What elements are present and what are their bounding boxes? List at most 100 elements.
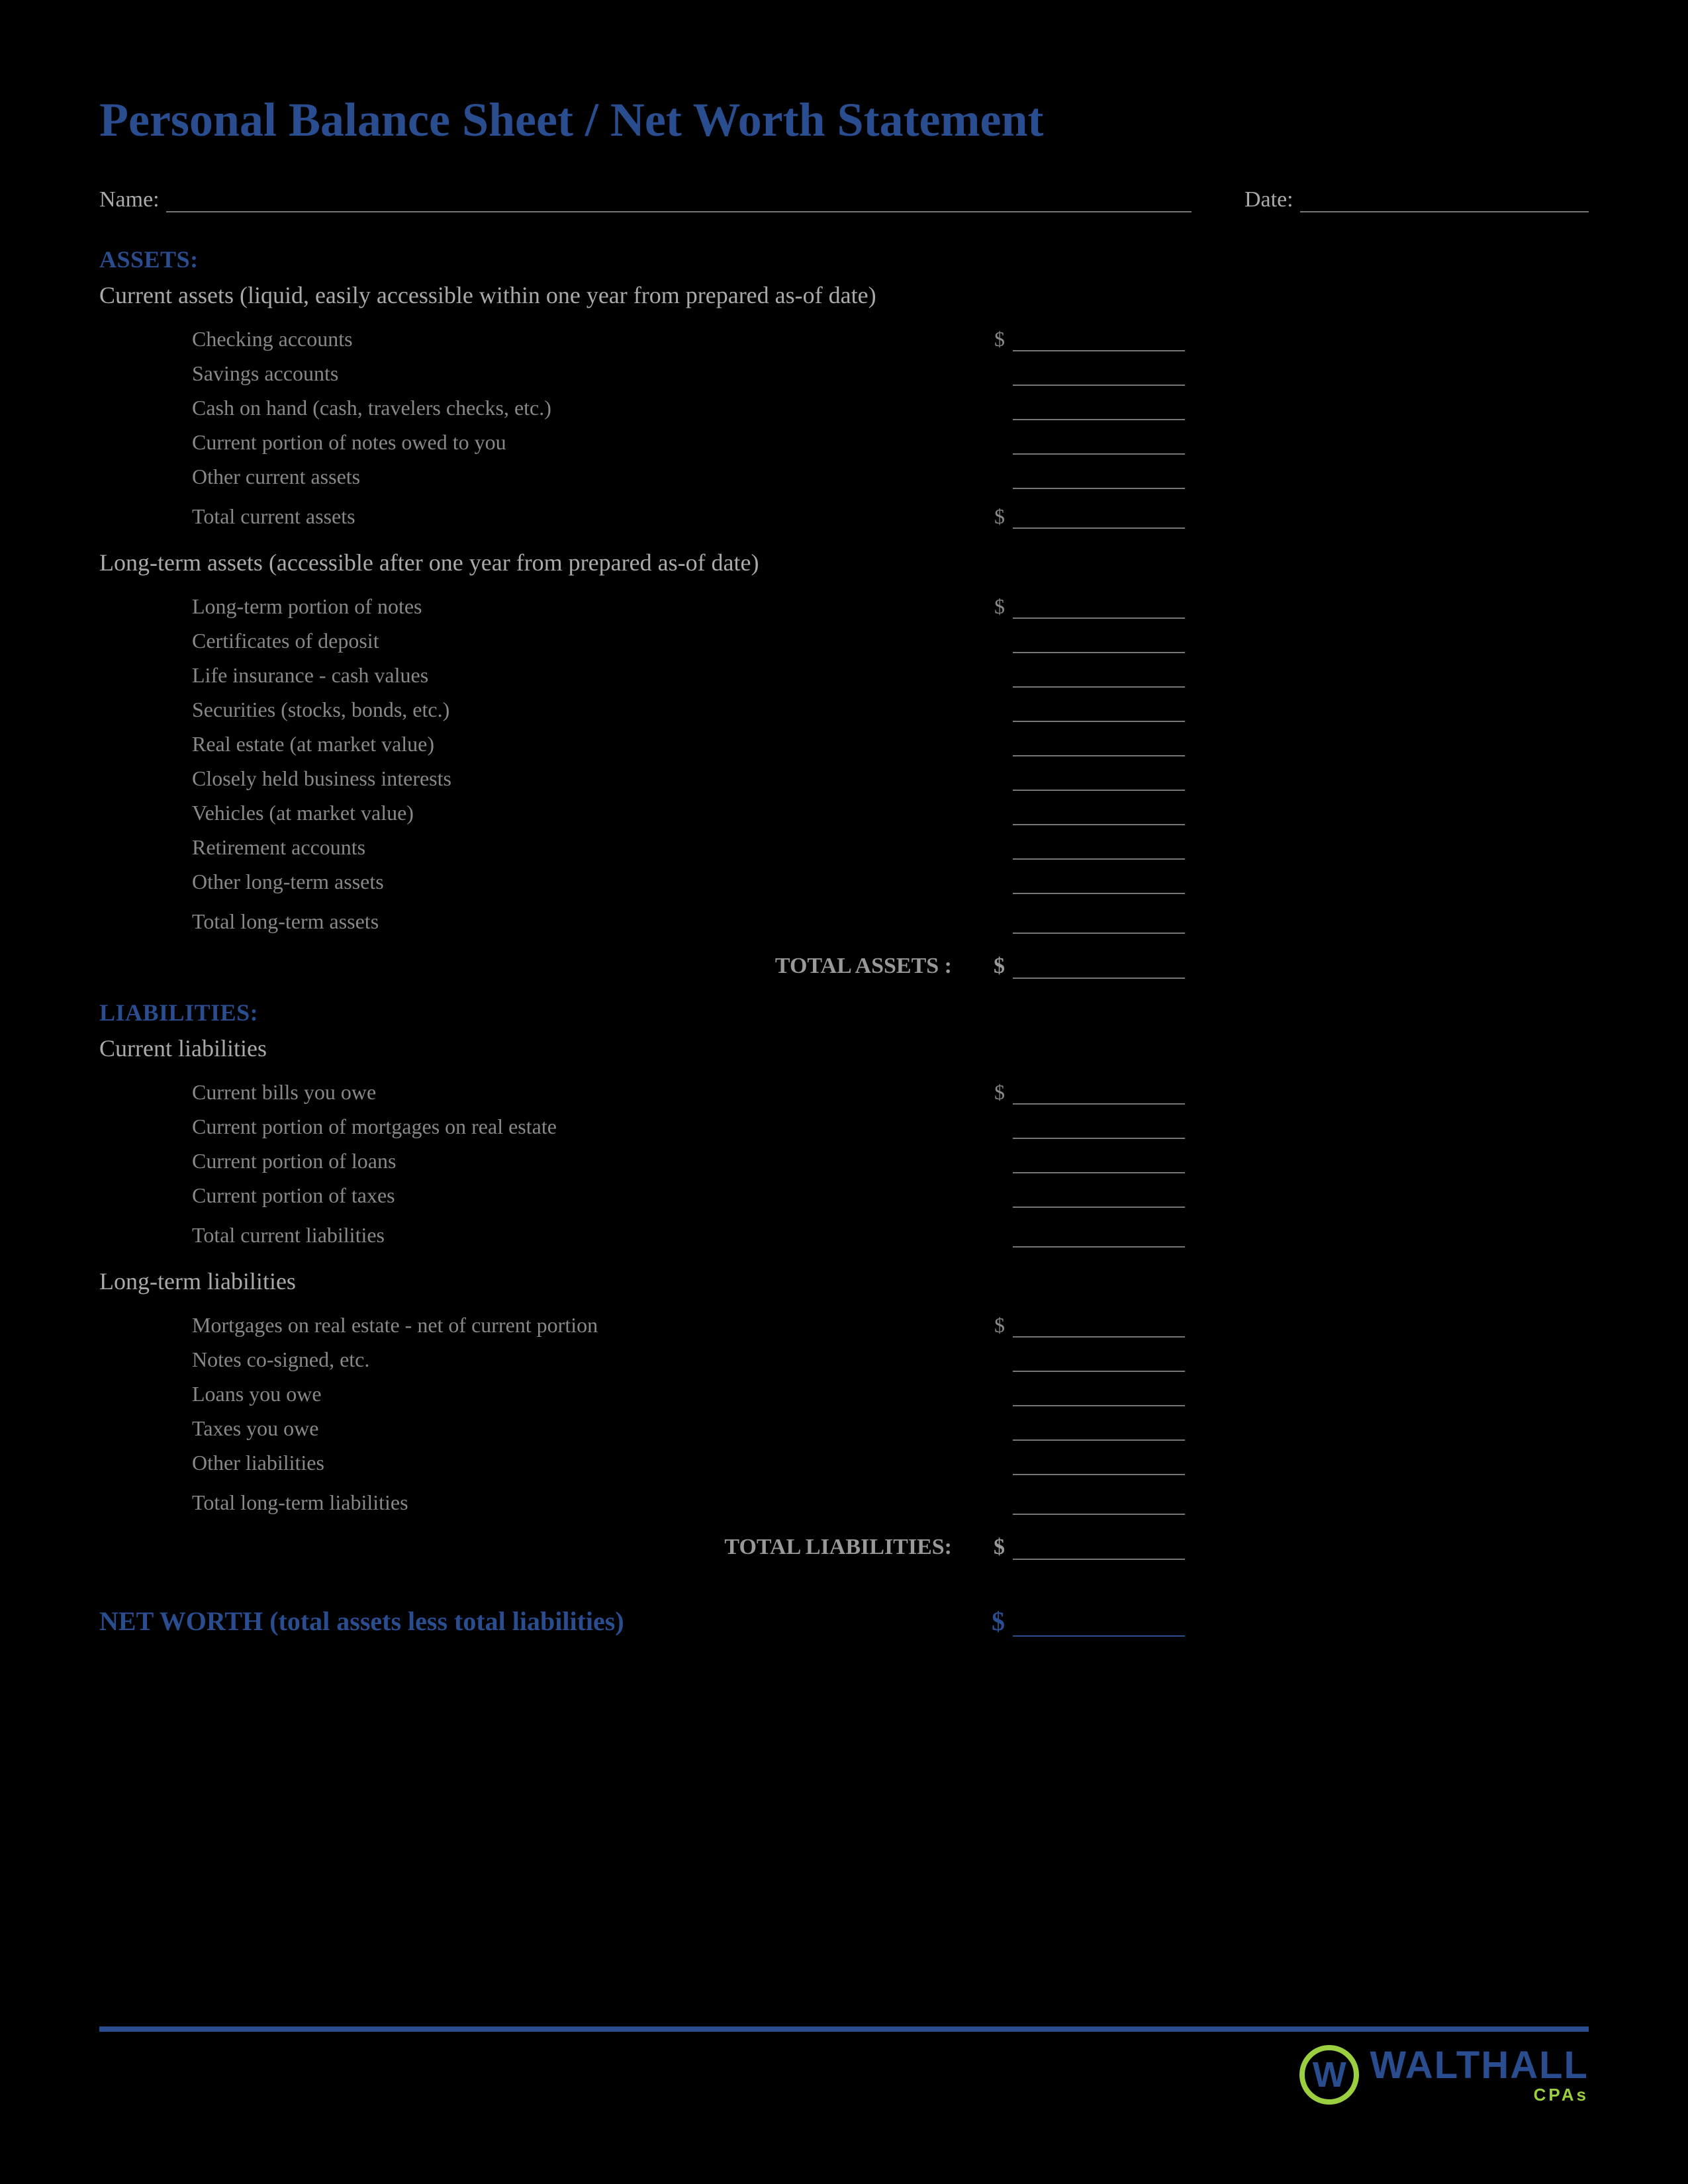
amount-input[interactable] (1013, 1351, 1185, 1372)
current-assets-rows: Checking accounts $ Savings accounts Cas… (192, 321, 1185, 529)
logo-main-text: WALTHALL (1370, 2046, 1589, 2085)
longterm-liabilities-subtitle: Long-term liabilities (99, 1267, 1589, 1295)
item-label: Other liabilities (192, 1451, 978, 1475)
longterm-liabilities-rows: Mortgages on real estate - net of curren… (192, 1307, 1185, 1515)
item-label: Long-term portion of notes (192, 594, 978, 619)
total-assets-label: TOTAL ASSETS : (99, 954, 978, 979)
current-liabilities-subtitle: Current liabilities (99, 1034, 1589, 1062)
net-worth-row: NET WORTH (total assets less total liabi… (99, 1600, 1185, 1637)
item-label: Vehicles (at market value) (192, 801, 978, 825)
item-label: Real estate (at market value) (192, 732, 978, 756)
logo: W WALTHALL CPAs (99, 2045, 1589, 2105)
amount-input[interactable] (1013, 598, 1185, 619)
item-label: Notes co-signed, etc. (192, 1347, 978, 1372)
net-worth-label: NET WORTH (total assets less total liabi… (99, 1606, 978, 1637)
amount-input[interactable] (1013, 1420, 1185, 1441)
amount-input[interactable] (1013, 1385, 1185, 1406)
item-label: Current bills you owe (192, 1080, 978, 1105)
item-label: Savings accounts (192, 361, 978, 386)
line-item: Closely held business interests (192, 760, 1185, 791)
amount-input[interactable] (1013, 1187, 1185, 1208)
amount-input[interactable] (1013, 958, 1185, 979)
line-item: Certificates of deposit (192, 623, 1185, 653)
amount-input[interactable] (1013, 508, 1185, 529)
amount-input[interactable] (1013, 330, 1185, 351)
current-assets-subtitle: Current assets (liquid, easily accessibl… (99, 281, 1589, 309)
item-label: Current portion of notes owed to you (192, 430, 978, 455)
line-item: Securities (stocks, bonds, etc.) (192, 692, 1185, 722)
line-item: Cash on hand (cash, travelers checks, et… (192, 390, 1185, 420)
line-item: Life insurance - cash values (192, 657, 1185, 688)
amount-input[interactable] (1013, 839, 1185, 860)
line-item: Current portion of taxes (192, 1177, 1185, 1208)
assets-heading: ASSETS: (99, 246, 1589, 273)
header-fields: Name: Date: (99, 187, 1589, 212)
line-item: Loans you owe (192, 1376, 1185, 1406)
amount-input[interactable] (1013, 365, 1185, 386)
amount-input[interactable] (1013, 701, 1185, 722)
subtotal-label: Total long-term liabilities (192, 1490, 978, 1515)
subtotal-label: Total current liabilities (192, 1223, 978, 1248)
item-label: Securities (stocks, bonds, etc.) (192, 698, 978, 722)
item-label: Life insurance - cash values (192, 663, 978, 688)
currency-symbol: $ (978, 594, 1013, 619)
line-item: Checking accounts $ (192, 321, 1185, 351)
footer: W WALTHALL CPAs (99, 2026, 1589, 2105)
amount-input[interactable] (1013, 1454, 1185, 1475)
page-title: Personal Balance Sheet / Net Worth State… (99, 93, 1589, 148)
amount-input[interactable] (1013, 468, 1185, 489)
amount-input[interactable] (1013, 632, 1185, 653)
item-label: Checking accounts (192, 327, 978, 351)
logo-sub-text: CPAs (1534, 2086, 1589, 2103)
date-field[interactable]: Date: (1244, 187, 1589, 212)
currency-symbol: $ (978, 1606, 1013, 1637)
line-item: Mortgages on real estate - net of curren… (192, 1307, 1185, 1338)
line-item: Current portion of notes owed to you (192, 424, 1185, 455)
currency-symbol: $ (978, 1313, 1013, 1338)
amount-input[interactable] (1013, 735, 1185, 756)
liabilities-heading: LIABILITIES: (99, 999, 1589, 1026)
amount-input[interactable] (1013, 1316, 1185, 1338)
line-item: Long-term portion of notes $ (192, 588, 1185, 619)
subtotal-row: Total current assets $ (192, 498, 1185, 529)
amount-input[interactable] (1013, 399, 1185, 420)
item-label: Current portion of taxes (192, 1183, 978, 1208)
line-item: Other long-term assets (192, 864, 1185, 894)
currency-symbol: $ (978, 1080, 1013, 1105)
currency-symbol: $ (978, 954, 1013, 979)
amount-input[interactable] (1013, 770, 1185, 791)
amount-input[interactable] (1013, 666, 1185, 688)
line-item: Savings accounts (192, 355, 1185, 386)
line-item: Current portion of mortgages on real est… (192, 1109, 1185, 1139)
item-label: Certificates of deposit (192, 629, 978, 653)
amount-input[interactable] (1013, 433, 1185, 455)
amount-input[interactable] (1013, 1152, 1185, 1173)
date-input-line[interactable] (1300, 191, 1589, 212)
amount-input[interactable] (1013, 913, 1185, 934)
currency-symbol: $ (978, 504, 1013, 529)
subtotal-label: Total current assets (192, 504, 978, 529)
logo-mark-icon: W (1299, 2045, 1359, 2105)
amount-input[interactable] (1013, 1539, 1185, 1560)
item-label: Mortgages on real estate - net of curren… (192, 1313, 978, 1338)
amount-input[interactable] (1013, 1226, 1185, 1248)
page: Personal Balance Sheet / Net Worth State… (0, 0, 1688, 2184)
item-label: Current portion of loans (192, 1149, 978, 1173)
amount-input[interactable] (1013, 873, 1185, 894)
name-field[interactable]: Name: (99, 187, 1192, 212)
item-label: Retirement accounts (192, 835, 978, 860)
amount-input[interactable] (1013, 1494, 1185, 1515)
name-label: Name: (99, 187, 160, 212)
footer-divider (99, 2026, 1589, 2032)
amount-input[interactable] (1013, 804, 1185, 825)
line-item: Retirement accounts (192, 829, 1185, 860)
date-label: Date: (1244, 187, 1293, 212)
line-item: Taxes you owe (192, 1410, 1185, 1441)
amount-input[interactable] (1013, 1083, 1185, 1105)
item-label: Current portion of mortgages on real est… (192, 1115, 978, 1139)
name-input-line[interactable] (166, 191, 1192, 212)
line-item: Other liabilities (192, 1445, 1185, 1475)
amount-input[interactable] (1013, 1613, 1185, 1637)
amount-input[interactable] (1013, 1118, 1185, 1139)
total-assets-row: TOTAL ASSETS : $ (99, 946, 1185, 979)
